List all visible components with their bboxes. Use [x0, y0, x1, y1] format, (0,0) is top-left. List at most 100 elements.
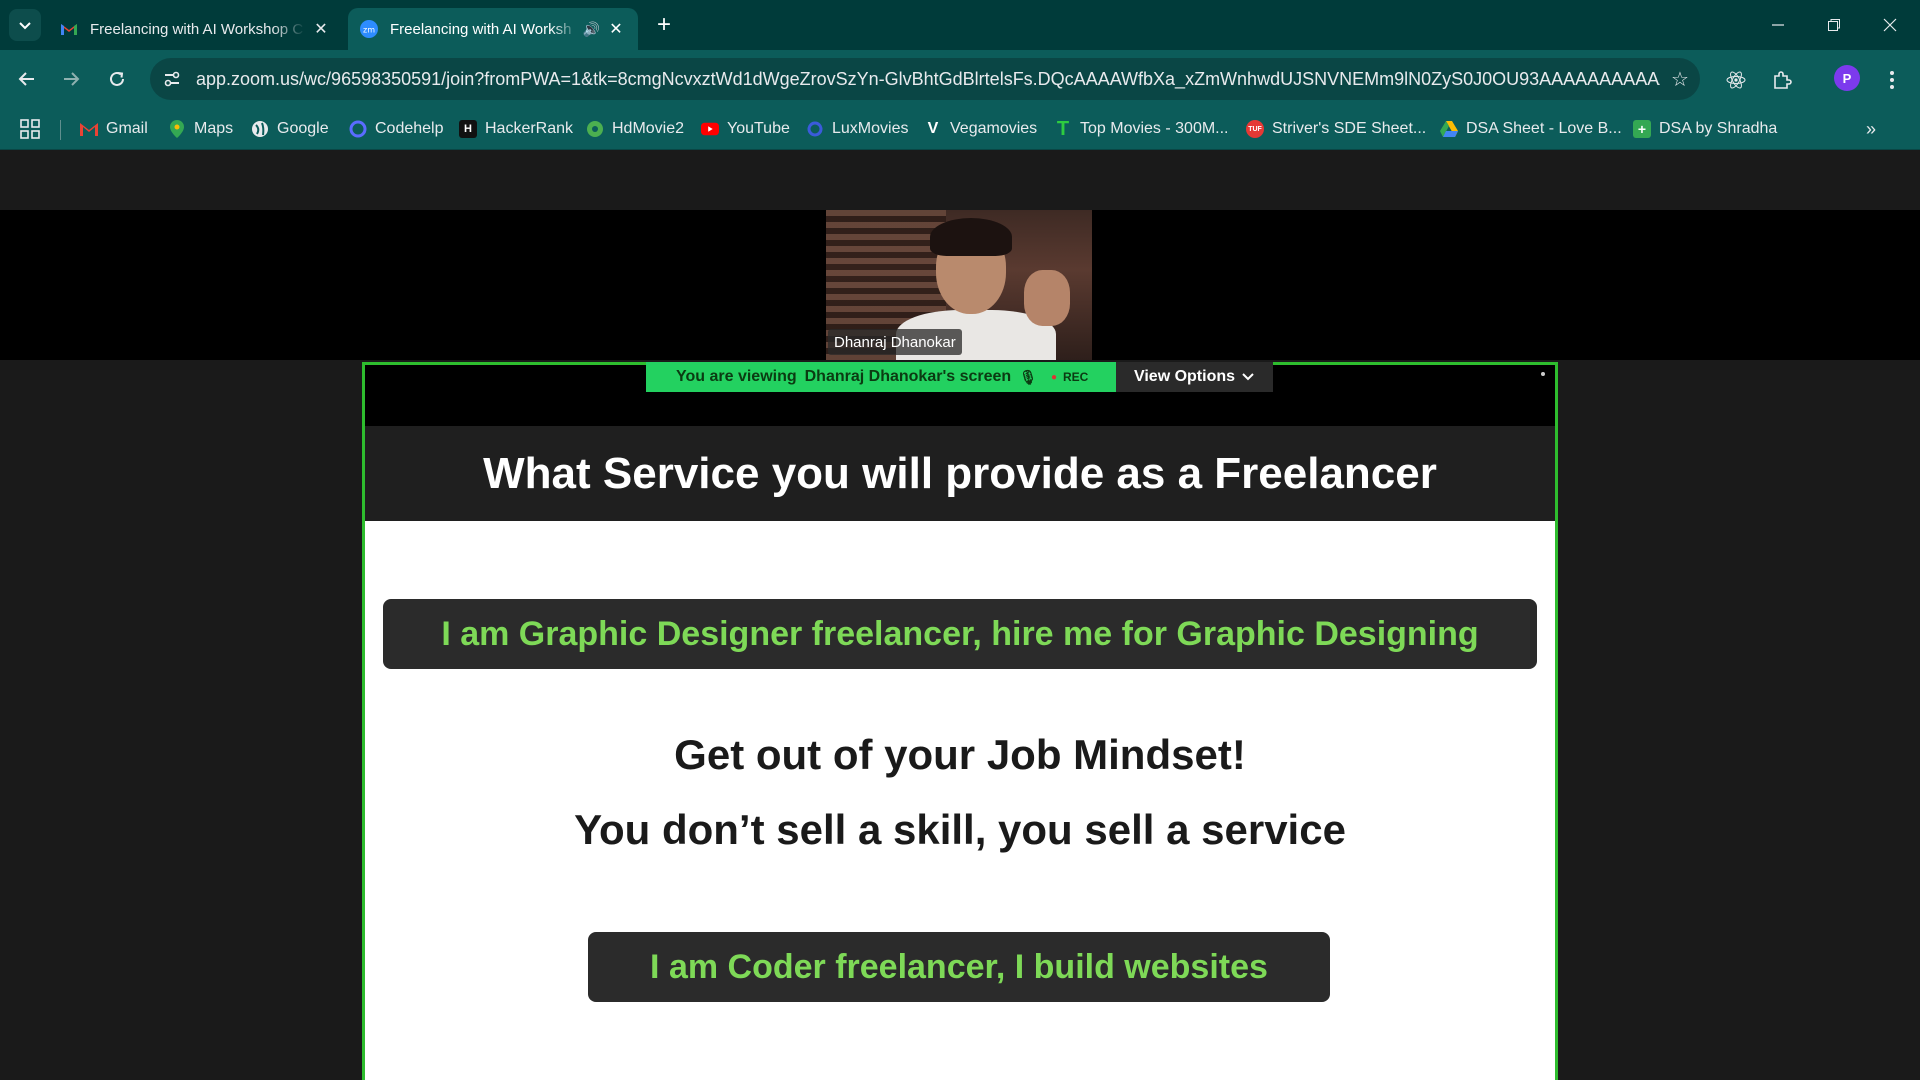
recording-dot-icon: ●	[1050, 371, 1058, 383]
bookmark-dsa-sheet-love-babbar[interactable]: DSA Sheet - Love B...	[1440, 116, 1622, 142]
bookmarks-bar: Gmail Maps Google Codehelp H HackerRank …	[0, 108, 1920, 150]
close-icon[interactable]: ✕	[311, 19, 331, 39]
chevron-down-icon	[19, 22, 31, 30]
hdmovie-icon	[586, 120, 604, 138]
close-icon[interactable]: ✕	[606, 19, 626, 39]
restore-icon	[1828, 19, 1840, 31]
zoom-meeting-area: Dhanraj Dhanokar You are viewing Dhanraj…	[0, 151, 1920, 1080]
tab-title: Freelancing with AI Worksh	[390, 20, 572, 38]
tab-workshop-gmail[interactable]: Freelancing with AI Workshop C ✕	[48, 8, 343, 50]
close-window-button[interactable]	[1862, 0, 1918, 50]
chevron-down-icon	[1242, 373, 1254, 381]
profile-avatar[interactable]: P	[1834, 65, 1860, 91]
bookmark-label: Maps	[194, 120, 234, 137]
bookmark-label: DSA Sheet - Love B...	[1466, 120, 1622, 137]
zoom-icon: zm	[360, 20, 378, 38]
tuf-icon: TUF	[1246, 120, 1264, 138]
bookmark-label: Google	[277, 120, 329, 137]
extensions-icon[interactable]	[1766, 64, 1798, 96]
sheets-icon: +	[1633, 120, 1651, 138]
bookmark-dsa-by-shradha[interactable]: + DSA by Shradha	[1633, 116, 1777, 142]
double-chevron-right-icon: »	[1866, 118, 1877, 139]
luxmovies-icon	[806, 120, 824, 138]
gmail-icon	[61, 24, 77, 35]
minimize-button[interactable]	[1750, 0, 1806, 50]
view-options-button[interactable]: View Options	[1116, 362, 1273, 392]
restore-button[interactable]	[1806, 0, 1862, 50]
address-bar[interactable]: app.zoom.us/wc/96598350591/join?fromPWA=…	[150, 58, 1700, 100]
bookmark-codehelp[interactable]: Codehelp	[349, 116, 444, 142]
bookmark-luxmovies[interactable]: LuxMovies	[806, 116, 908, 142]
topmovies-icon: T	[1056, 117, 1070, 140]
bookmarks-separator	[60, 120, 61, 140]
person-figure	[930, 218, 1012, 256]
bookmark-label: Vegamovies	[950, 120, 1038, 137]
viewing-name: Dhanraj Dhanokar's screen	[804, 368, 1012, 385]
tab-title: Freelancing with AI Workshop C	[90, 20, 304, 38]
tab-strip: Freelancing with AI Workshop C ✕ zm Free…	[0, 0, 1920, 50]
bookmark-label: DSA by Shradha	[1659, 120, 1778, 137]
tab-search-button[interactable]	[9, 9, 41, 41]
participant-name-tag: Dhanraj Dhanokar	[828, 329, 962, 355]
react-devtools-icon[interactable]	[1720, 64, 1752, 96]
slide-heading-sell-service: You don’t sell a skill, you sell a servi…	[574, 806, 1346, 853]
bookmark-label: Gmail	[106, 120, 148, 137]
bookmark-label: Top Movies - 300M...	[1080, 120, 1229, 137]
codehelp-icon	[349, 120, 367, 138]
apps-grid-icon	[20, 119, 40, 139]
maps-icon	[168, 120, 186, 138]
bookmark-maps[interactable]: Maps	[168, 116, 233, 142]
youtube-icon	[701, 120, 719, 138]
slide-title: What Service you will provide as a Freel…	[365, 426, 1555, 521]
arrow-right-icon	[64, 72, 80, 86]
bookmark-label: Striver's SDE Sheet...	[1272, 120, 1427, 137]
chrome-menu-icon[interactable]	[1876, 64, 1908, 96]
bookmark-top-movies[interactable]: T Top Movies - 300M...	[1054, 116, 1229, 142]
status-dot	[1541, 372, 1545, 376]
minimize-icon	[1772, 24, 1784, 26]
bookmark-label: HackerRank	[485, 120, 574, 137]
back-button[interactable]	[12, 64, 42, 94]
bookmark-hackerrank[interactable]: H HackerRank	[459, 116, 573, 142]
reload-button[interactable]	[102, 64, 132, 94]
close-icon	[1883, 18, 1897, 32]
tab-workshop-zoom[interactable]: zm Freelancing with AI Worksh 🔊 ✕	[348, 8, 638, 50]
hackerrank-icon: H	[459, 120, 477, 138]
reload-icon	[110, 71, 124, 86]
slide-heading-job-mindset: Get out of your Job Mindset!	[674, 731, 1246, 778]
bookmarks-overflow-button[interactable]: »	[1866, 116, 1876, 142]
forward-button[interactable]	[56, 64, 86, 94]
vegamovies-icon: V	[927, 120, 939, 137]
view-options-label: View Options	[1133, 368, 1236, 385]
url-text[interactable]: app.zoom.us/wc/96598350591/join?fromPWA=…	[196, 69, 1660, 90]
bookmark-striver-sde[interactable]: TUF Striver's SDE Sheet...	[1246, 116, 1426, 142]
site-settings-icon[interactable]	[154, 61, 190, 97]
viewing-banner: You are viewing Dhanraj Dhanokar's scree…	[646, 362, 1116, 392]
browser-toolbar: app.zoom.us/wc/96598350591/join?fromPWA=…	[0, 50, 1920, 108]
slide-callout-graphic-designer: I am Graphic Designer freelancer, hire m…	[383, 599, 1537, 669]
bookmark-label: Codehelp	[375, 120, 444, 137]
recording-label: REC	[1063, 370, 1089, 384]
slide-callout-coder: I am Coder freelancer, I build websites	[588, 932, 1330, 1002]
arrow-left-icon	[18, 72, 34, 86]
speaker-icon[interactable]: 🔊	[583, 21, 600, 38]
apps-button[interactable]	[20, 116, 40, 142]
drive-icon	[1440, 120, 1458, 138]
slide-body: I am Graphic Designer freelancer, hire m…	[365, 521, 1555, 1080]
new-tab-button[interactable]: +	[650, 11, 678, 39]
gmail-icon	[80, 120, 98, 138]
bookmark-label: LuxMovies	[832, 120, 909, 137]
bookmark-youtube[interactable]: YouTube	[701, 116, 790, 142]
bookmark-vegamovies[interactable]: V Vegamovies	[924, 116, 1038, 142]
person-figure	[1024, 270, 1070, 326]
viewing-label: You are viewing	[676, 368, 797, 385]
bookmark-label: YouTube	[727, 120, 790, 137]
bookmark-google[interactable]: Google	[251, 116, 329, 142]
bookmark-gmail[interactable]: Gmail	[80, 116, 148, 142]
bookmark-hdmovie2[interactable]: HdMovie2	[586, 116, 684, 142]
mic-muted-icon: 🎙	[1019, 368, 1037, 385]
bookmark-star-icon[interactable]: ☆	[1660, 67, 1700, 92]
globe-icon	[251, 120, 269, 138]
bookmark-label: HdMovie2	[612, 120, 685, 137]
svg-text:zm: zm	[363, 26, 375, 35]
